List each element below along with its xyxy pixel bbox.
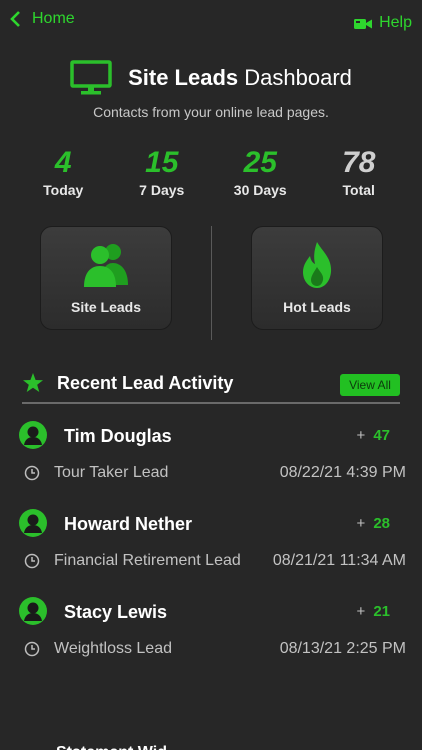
page-title: Site Leads Dashboard	[128, 65, 352, 91]
lead-name: Howard Nether	[64, 514, 193, 534]
hot-leads-tile[interactable]: Hot Leads	[251, 226, 383, 330]
tile-divider	[211, 226, 212, 340]
lead-count: +28	[357, 515, 390, 532]
clock-icon	[24, 553, 40, 569]
lead-row[interactable]: Howard Nether +28	[18, 508, 404, 540]
plus-sign: +	[356, 515, 366, 532]
stat-today: 4 Today	[23, 146, 103, 198]
monitor-icon	[70, 60, 112, 95]
recent-activity-title: Recent Lead Activity	[57, 373, 234, 393]
lead-row[interactable]: Tim Douglas +47	[18, 420, 404, 452]
star-icon	[23, 373, 43, 392]
title-bold: Site Leads	[128, 65, 239, 90]
lead-name: Tim Douglas	[64, 426, 172, 446]
stat-value: 4	[54, 146, 72, 179]
person-avatar-icon	[19, 597, 47, 625]
home-back-button[interactable]: Home	[8, 10, 75, 28]
lead-count-value: 47	[373, 427, 390, 444]
lead-details: Weightloss Lead 08/13/21 2:25 PM	[24, 638, 406, 660]
stat-30-days: 25 30 Days	[220, 146, 300, 198]
stat-value: 25	[243, 146, 277, 179]
stat-total: 78 Total	[319, 146, 399, 198]
next-section-title: Statement Wid	[56, 740, 167, 750]
hot-leads-label: Hot Leads	[283, 299, 351, 315]
plus-sign: +	[356, 427, 366, 444]
stat-label: Today	[43, 182, 84, 198]
list-item: Howard Nether +28 Financial Retirement L…	[0, 508, 422, 596]
lead-type: Weightloss Lead	[54, 640, 172, 657]
stat-value: 78	[342, 146, 376, 179]
lead-count-value: 21	[373, 603, 390, 620]
home-label: Home	[32, 10, 75, 27]
person-avatar-icon	[19, 421, 47, 449]
stat-value: 15	[145, 146, 179, 179]
lead-type: Financial Retirement Lead	[54, 552, 241, 569]
lead-tiles: Site Leads Hot Leads	[0, 226, 422, 340]
lead-count: +47	[357, 427, 390, 444]
top-nav: Home Help	[0, 0, 422, 44]
users-icon	[84, 244, 128, 287]
video-camera-icon	[354, 19, 373, 29]
dashboard-header: Site Leads Dashboard Contacts from your …	[0, 60, 422, 120]
clock-icon	[24, 641, 40, 657]
help-label: Help	[379, 14, 412, 31]
stat-label: 30 Days	[233, 182, 287, 198]
lead-timestamp: 08/13/21 2:25 PM	[279, 640, 406, 657]
recent-activity-header: Recent Lead Activity View All	[22, 372, 400, 404]
person-avatar-icon	[19, 509, 47, 537]
lead-count-value: 28	[373, 515, 390, 532]
lead-details: Financial Retirement Lead 08/21/21 11:34…	[24, 550, 406, 572]
lead-count: +21	[357, 603, 390, 620]
list-item: Tim Douglas +47 Tour Taker Lead 08/22/21…	[0, 420, 422, 508]
help-button[interactable]: Help	[353, 14, 412, 32]
lead-details: Tour Taker Lead 08/22/21 4:39 PM	[24, 462, 406, 484]
lead-timestamp: 08/21/21 11:34 AM	[272, 552, 406, 569]
plus-sign: +	[356, 603, 366, 620]
list-item: Stacy Lewis +21 Weightloss Lead 08/13/21…	[0, 596, 422, 684]
chevron-left-icon	[10, 11, 20, 27]
page-subtitle: Contacts from your online lead pages.	[93, 104, 329, 120]
dashboard-screen: Home Help Site Leads Dashboard Contacts …	[0, 0, 422, 750]
stat-7-days: 15 7 Days	[122, 146, 202, 198]
view-all-button[interactable]: View All	[340, 374, 400, 396]
lead-name: Stacy Lewis	[64, 602, 168, 622]
lead-row[interactable]: Stacy Lewis +21	[18, 596, 404, 628]
lead-stats: 4 Today 15 7 Days 25 30 Days 78 Total	[0, 146, 422, 198]
stat-label: Total	[342, 182, 375, 198]
stat-label: 7 Days	[139, 182, 185, 198]
lead-type: Tour Taker Lead	[54, 464, 169, 481]
site-leads-label: Site Leads	[70, 299, 142, 315]
flame-icon	[303, 242, 332, 288]
lead-timestamp: 08/22/21 4:39 PM	[279, 464, 406, 481]
title-rest: Dashboard	[238, 65, 352, 90]
site-leads-tile[interactable]: Site Leads	[40, 226, 172, 330]
clock-icon	[24, 465, 40, 481]
